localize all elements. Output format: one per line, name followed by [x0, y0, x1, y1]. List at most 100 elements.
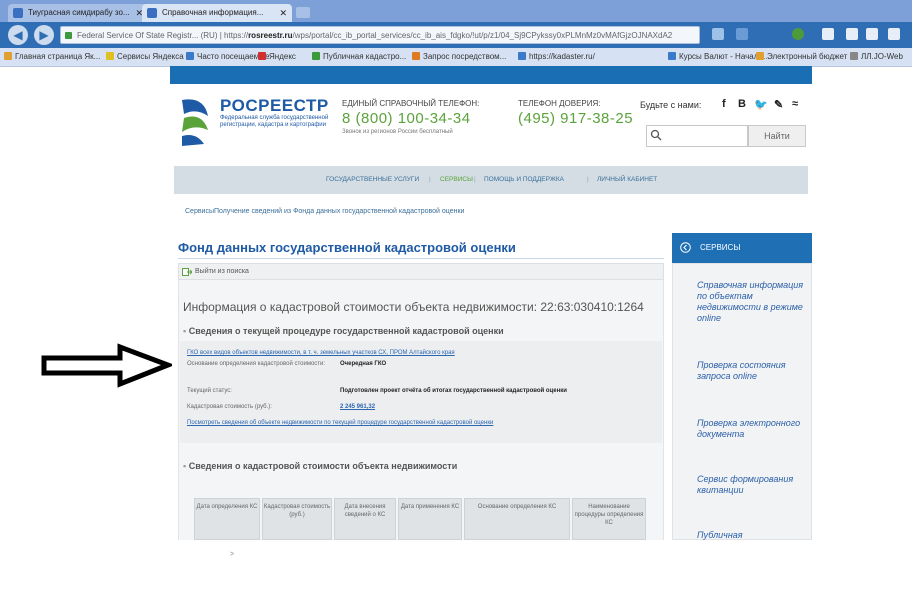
section-cadastral-value-title: ▪ Сведения о кадастровой стоимости объек…: [183, 461, 458, 471]
field-label: Основание определения кадастровой стоимо…: [187, 361, 326, 367]
table-header-cell[interactable]: Дата определения КС: [194, 498, 260, 540]
bookmark-icon: [4, 52, 12, 60]
table-header-cell[interactable]: Дата применения КС: [398, 498, 462, 540]
bookmark-item[interactable]: Сервисы Яндекса: [106, 48, 184, 66]
search-button[interactable]: Найти: [748, 125, 806, 147]
bookmark-item[interactable]: ЛЛ.JO-Web: [850, 48, 903, 66]
site-identity: Federal Service Of State Registr... (RU): [77, 31, 218, 40]
nav-item-cabinet[interactable]: ЛИЧНЫЙ КАБИНЕТ: [597, 176, 657, 183]
close-tab-icon[interactable]: ✕: [279, 4, 287, 22]
bookmark-icon: [850, 52, 858, 60]
breadcrumb-current[interactable]: Получение сведений из Фонда данных госуд…: [214, 208, 464, 215]
hotline-label: ЕДИНЫЙ СПРАВОЧНЫЙ ТЕЛЕФОН:: [342, 99, 480, 108]
site-top-strip: [170, 66, 812, 84]
sidebar-link-request-status[interactable]: Проверка состояния запроса online: [697, 360, 807, 382]
sidebar-link-reference-info[interactable]: Справочная информация по объектам недвиж…: [697, 280, 807, 324]
favicon-icon: [147, 8, 157, 18]
bookmark-icon: [668, 52, 676, 60]
facebook-icon[interactable]: f: [722, 98, 726, 110]
search-engine-icon[interactable]: [712, 28, 724, 40]
star-icon[interactable]: [866, 28, 878, 40]
bookmark-icon: [518, 52, 526, 60]
field-value-cost-link[interactable]: 2 245 961,32: [340, 404, 375, 410]
social-label: Будьте с нами:: [640, 100, 702, 110]
search-icon: [650, 129, 662, 141]
bookmark-item[interactable]: Яндекс: [258, 48, 296, 66]
rosreestr-logo-icon[interactable]: [178, 96, 212, 148]
table-header-cell[interactable]: Кадастровая стоимость (руб.): [262, 498, 332, 540]
extension-icon[interactable]: [792, 28, 804, 40]
tab-label: Справочная информация...: [162, 8, 264, 17]
new-tab-button[interactable]: [296, 7, 310, 18]
odnoklassniki-icon[interactable]: ✎: [774, 98, 783, 111]
view-details-link[interactable]: Посмотреть сведения об объекте недвижимо…: [187, 420, 493, 426]
address-bar[interactable]: Federal Service Of State Registr... (RU)…: [60, 26, 700, 44]
bookmark-item[interactable]: Главная страница Як...: [4, 48, 100, 66]
bookmarks-bar: Главная страница Як... Сервисы Яндекса Ч…: [0, 48, 912, 67]
bookmark-icon: [412, 52, 420, 60]
field-value-status: Подготовлен проект отчёта об итогах госу…: [340, 388, 567, 394]
favicon-icon: [13, 8, 23, 18]
twitter-icon[interactable]: 🐦: [754, 98, 768, 111]
forward-arrow-icon[interactable]: ▶: [34, 25, 54, 45]
logo-subtitle: Федеральная служба государственной регис…: [220, 115, 329, 128]
tab-label: Тиуграсная cимдирабу зо...: [28, 8, 130, 17]
settings-icon[interactable]: [888, 28, 900, 40]
home-icon[interactable]: [846, 28, 858, 40]
bookmark-icon: [258, 52, 266, 60]
gko-procedure-link[interactable]: ГКО всех видов объектов недвижимости, в …: [187, 350, 455, 356]
extension-icon[interactable]: [736, 28, 748, 40]
vkontakte-icon[interactable]: B: [738, 98, 746, 110]
section-current-procedure-title: ▪ Сведения о текущей процедуре государст…: [183, 326, 504, 336]
browser-tab-active[interactable]: Справочная информация... ✕: [142, 4, 292, 22]
bookmark-item[interactable]: Запрос посредством...: [412, 48, 506, 66]
field-label: Текущий статус:: [187, 388, 232, 394]
bookmark-item[interactable]: Часто посещаемые: [186, 48, 269, 66]
browser-toolbar: ◀ ▶ Federal Service Of State Registr... …: [0, 22, 912, 48]
exit-search-label: Выйти из поиска: [195, 268, 249, 275]
bookmark-item[interactable]: Курсы Валют - Начало...: [668, 48, 770, 66]
bookmark-item[interactable]: https://kadaster.ru/: [518, 48, 595, 66]
sidebar-link-public[interactable]: Публичная: [697, 530, 807, 541]
exit-search-button[interactable]: Выйти из поиска: [178, 263, 664, 280]
bookmark-item[interactable]: Электронный бюджет: [756, 48, 847, 66]
table-header-cell[interactable]: Основание определения КС: [464, 498, 570, 540]
bookmark-icon: [312, 52, 320, 60]
rss-icon[interactable]: ≈: [792, 98, 798, 110]
object-title: Информация о кадастровой стоимости объек…: [183, 300, 644, 314]
breadcrumb: Сервисы > Получение сведений из Фонда данн…: [185, 208, 465, 558]
trust-phone-number: (495) 917-38-25: [518, 110, 634, 127]
browser-tab[interactable]: Тиуграсная cимдирабу зо... ✕: [8, 4, 148, 22]
bookmark-icon: [186, 52, 194, 60]
back-arrow-icon[interactable]: ◀: [8, 25, 28, 45]
sidebar-link-verify-document[interactable]: Проверка электронного документа: [697, 418, 807, 440]
chevron-left-circle-icon: [680, 242, 691, 253]
sidebar-link-receipt[interactable]: Сервис формирования квитанции: [697, 474, 807, 496]
exit-icon: [182, 268, 192, 276]
table-header-cell[interactable]: Дата внесения сведений о КС: [334, 498, 396, 540]
main-nav: ГОСУДАРСТВЕННЫЕ УСЛУГИ | СЕРВИСЫ | ПОМОЩ…: [174, 166, 808, 194]
download-icon[interactable]: [822, 28, 834, 40]
bookmark-item[interactable]: Публичная кадастро...: [312, 48, 406, 66]
hotline-number: 8 (800) 100-34-34: [342, 110, 471, 127]
bookmark-icon: [756, 52, 764, 60]
annotation-arrow-icon: [41, 343, 172, 388]
page-title: Фонд данных государственной кадастровой …: [178, 240, 516, 255]
lock-icon: [65, 32, 72, 39]
nav-item-gos-uslugi[interactable]: ГОСУДАРСТВЕННЫЕ УСЛУГИ: [326, 176, 419, 183]
field-label: Кадастровая стоимость (руб.):: [187, 404, 272, 410]
divider: [178, 258, 664, 259]
logo-title[interactable]: РОСРЕЕСТР: [220, 96, 329, 116]
field-value-basis: Очередная ГКО: [340, 361, 387, 367]
url-domain: rosreestr.ru: [248, 31, 293, 40]
url-path: /wps/portal/cc_ib_portal_services/cc_ib_…: [292, 31, 673, 40]
browser-tab-bar: Тиуграсная cимдирабу зо... ✕ Справочная …: [0, 0, 912, 22]
bookmark-icon: [106, 52, 114, 60]
trust-phone-label: ТЕЛЕФОН ДОВЕРИЯ:: [518, 99, 601, 108]
table-header-cell[interactable]: Наименование процедуры определения КС: [572, 498, 646, 540]
nav-item-help[interactable]: ПОМОЩЬ И ПОДДЕРЖКА: [484, 176, 564, 183]
sidebar-header[interactable]: СЕРВИСЫ: [672, 233, 812, 263]
nav-item-servisy[interactable]: СЕРВИСЫ: [440, 176, 473, 183]
breadcrumb-root[interactable]: Сервисы: [185, 208, 214, 215]
hotline-note: Звонок из регионов России бесплатный: [342, 129, 453, 135]
